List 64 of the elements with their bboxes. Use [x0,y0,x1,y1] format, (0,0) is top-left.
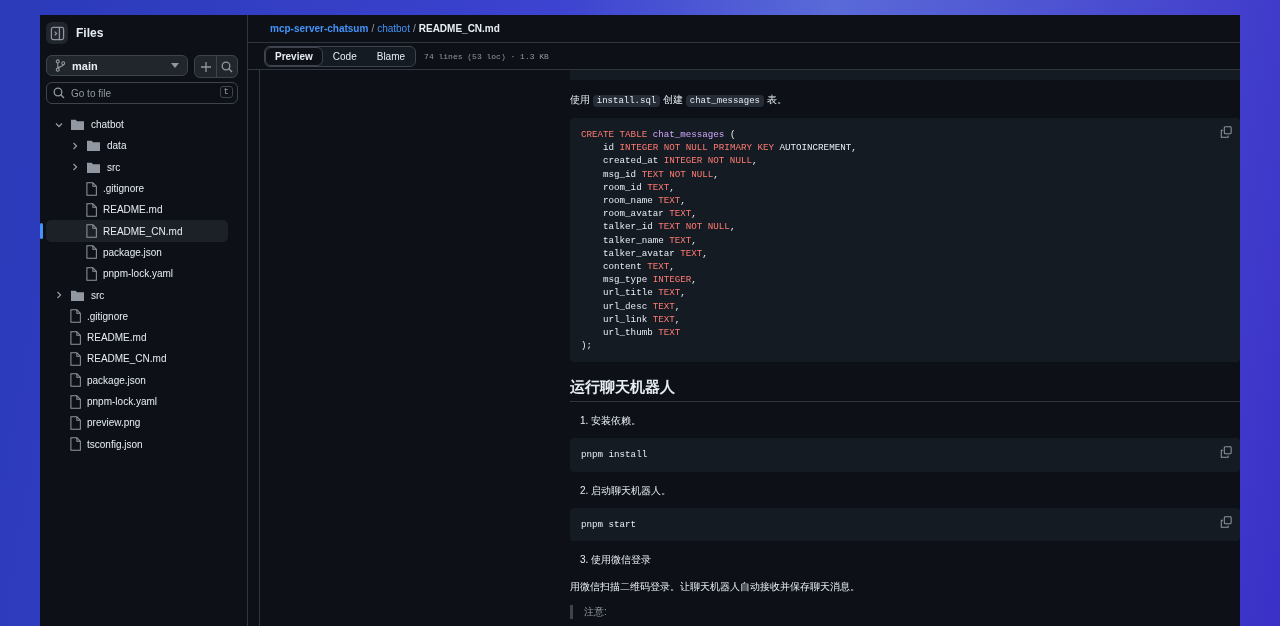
file-icon [86,245,97,260]
caret-icon [171,63,179,68]
breadcrumb-separator: / [371,23,375,34]
file-icon [86,224,97,239]
folder-icon [70,118,85,132]
copy-icon[interactable] [1220,126,1232,138]
file-icon [70,373,81,388]
file-item[interactable]: tsconfig.json [46,433,228,455]
folder-icon [86,160,101,174]
copy-icon[interactable] [1220,446,1232,459]
breadcrumb-link[interactable]: mcp-server-chatsum [270,23,369,34]
blockquote: 注意: [570,604,1240,619]
file-item[interactable]: .gitignore [46,177,228,200]
view-tab[interactable]: Preview [265,46,323,66]
file-item[interactable]: package.json [46,369,228,391]
file-item[interactable]: README.md [46,326,228,349]
folder-item[interactable]: chatbot [46,114,228,136]
paragraph: 用微信扫描二维码登录。让聊天机器人自动接收并保存聊天消息。 [570,579,861,594]
section-heading: 运行聊天机器人 [570,378,1240,403]
file-icon [70,437,81,452]
file-icon [70,394,81,409]
folder-icon [86,139,101,153]
view-tab[interactable]: Code [322,46,367,66]
selection-indicator [40,223,43,239]
search-icon [53,87,65,99]
list-item: 3. 使用微信登录 [579,552,653,567]
file-item[interactable]: pnpm-lock.yaml [46,263,228,285]
file-icon [70,309,81,324]
file-item[interactable]: preview.png [46,412,228,434]
file-icon [70,330,81,345]
file-item[interactable]: package.json [46,241,228,264]
file-item[interactable]: .gitignore [46,305,228,327]
list-item: 2. 启动聊天机器人。 [579,483,673,498]
file-icon [86,181,97,196]
branch-icon [55,59,66,72]
folder-item[interactable]: src [46,284,228,306]
file-icon [70,415,81,430]
file-icon [86,202,97,217]
sidebar-toggle-icon[interactable] [46,22,68,44]
file-item[interactable]: README_CN.md [46,348,228,370]
code-text: pnpm start [581,517,638,531]
sidebar-title: Files [76,26,104,40]
folder-item[interactable]: src [46,156,228,178]
branch-selector[interactable]: main [46,55,188,76]
view-tab[interactable]: Blame [366,46,416,66]
breadcrumb-current: README_CN.md [418,23,500,34]
chevron-right-icon[interactable] [70,140,80,151]
folder-icon [70,288,85,302]
file-icon [70,351,81,366]
paragraph: 使用 install.sql 创建 chat_messages 表。 [570,93,788,108]
code-text: CREATE TABLE chat_messages ( id INTEGER NOT NULL PRIMARY KEY AUTOINCREMENT, created_at INTEGER NOT NULL, msg_id TEXT NOT NULL, room_id TEXT, room_name TEXT, room_avatar TEXT, talker_id TEXT NOT NULL, talker_name TEXT, talker_avatar TEXT, content TEXT, msg_type INTEGER, url_title TEXT, url_desc TEXT, url_link TEXT, url_thumb TEXT ); [581,128,858,353]
keyboard-shortcut: t [219,86,233,98]
breadcrumb-separator: / [412,23,416,34]
chevron-right-icon[interactable] [70,162,80,173]
breadcrumb-link[interactable]: chatbot [377,23,410,34]
file-info: 74 lines (53 loc) · 1.3 KB [424,51,549,61]
file-item[interactable]: pnpm-lock.yaml [46,390,228,413]
code-text: pnpm install [581,448,649,462]
file-item[interactable]: README.md [46,199,228,221]
chevron-right-icon[interactable] [54,290,64,300]
folder-item[interactable]: data [46,135,228,157]
copy-icon[interactable] [1220,515,1232,528]
list-item: 1. 安装依赖。 [579,414,643,429]
file-icon [86,266,97,281]
